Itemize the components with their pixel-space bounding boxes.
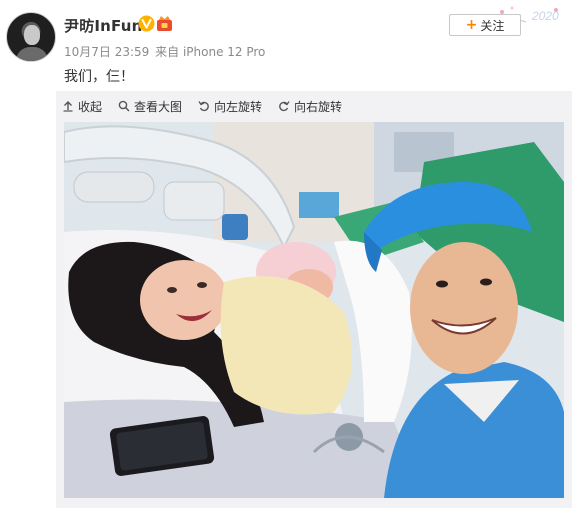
decoration-year: 2020 <box>531 9 559 23</box>
father-eye-left <box>436 280 448 288</box>
arrow-up-icon <box>63 101 73 112</box>
view-large-label: 查看大图 <box>134 99 183 114</box>
verified-badge-icon <box>138 15 155 32</box>
view-large-button[interactable]: 查看大图 <box>118 98 182 115</box>
blue-device <box>299 192 339 218</box>
father-eye-right <box>480 278 492 286</box>
follow-label: 关注 <box>480 18 505 33</box>
media-toolbar: 收起 查看大图 向左旋转 向右旋转 <box>62 97 358 115</box>
mother-eye-left <box>167 287 177 293</box>
bed-control-panel <box>163 181 225 221</box>
rotate-left-icon <box>198 101 209 112</box>
rotate-left-label: 向左旋转 <box>214 99 263 114</box>
bed-control-buttons <box>222 214 248 240</box>
rotate-right-button[interactable]: 向右旋转 <box>278 98 342 115</box>
follow-button[interactable]: + 关注 <box>449 14 521 36</box>
post-text: 我们，仨！ <box>64 69 134 85</box>
hospital-selfie-image <box>64 122 564 498</box>
avatar-body <box>16 47 48 61</box>
rotate-left-button[interactable]: 向左旋转 <box>198 98 262 115</box>
rotate-right-label: 向右旋转 <box>294 99 343 114</box>
avatar-face <box>24 25 40 45</box>
father-face <box>410 242 518 374</box>
author-avatar[interactable] <box>6 12 56 62</box>
collapse-button[interactable]: 收起 <box>62 98 102 115</box>
post-timestamp[interactable]: 10月7日 23:59 <box>64 45 149 59</box>
plus-icon: + <box>465 17 478 33</box>
vip-badge-icon <box>157 16 172 31</box>
post-photo[interactable] <box>64 122 564 498</box>
mother-face <box>140 260 228 340</box>
author-name[interactable]: 尹昉InFun <box>64 15 143 36</box>
post-source: 来自 iPhone 12 Pro <box>155 45 266 59</box>
post-meta: 10月7日 23:59 来自 iPhone 12 Pro <box>64 43 267 60</box>
collapse-label: 收起 <box>78 99 103 114</box>
rotate-right-icon <box>279 101 290 112</box>
magnifier-icon <box>118 100 130 112</box>
mother-eye-right <box>197 282 207 288</box>
bed-handle <box>73 171 155 203</box>
